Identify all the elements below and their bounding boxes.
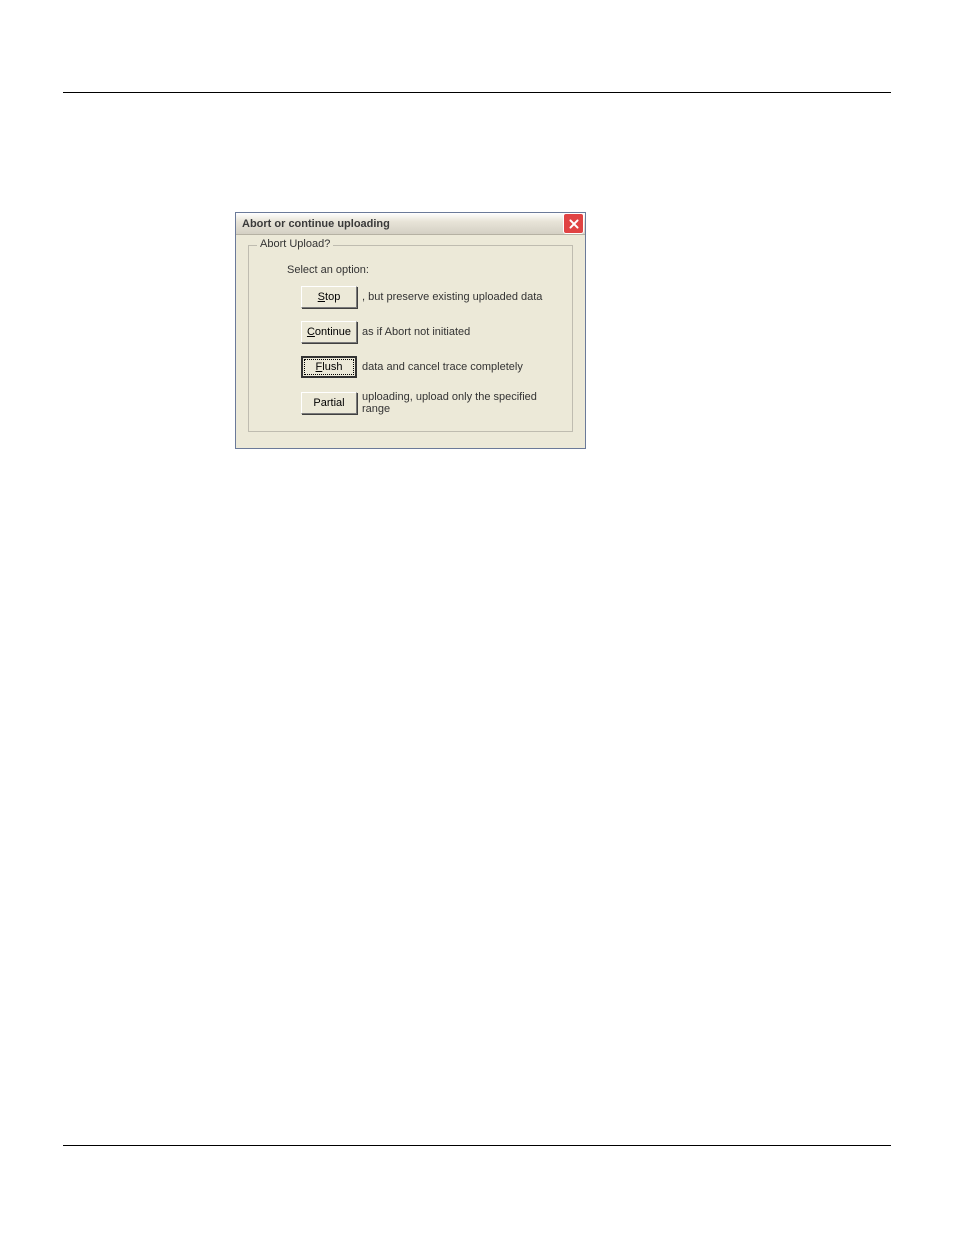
stop-desc: , but preserve existing uploaded data [362, 291, 542, 303]
continue-mnemonic: C [307, 326, 315, 338]
close-icon[interactable] [563, 213, 584, 234]
dialog-window: Abort or continue uploading Abort Upload… [235, 212, 586, 449]
option-row-continue: Continue as if Abort not initiated [301, 321, 562, 343]
option-prompt: Select an option: [287, 264, 562, 276]
partial-label-rest: Partial [313, 397, 344, 409]
flush-button[interactable]: Flush [301, 356, 357, 378]
continue-label-rest: ontinue [315, 326, 351, 338]
option-row-flush: Flush data and cancel trace completely [301, 356, 562, 378]
option-row-stop: Stop , but preserve existing uploaded da… [301, 286, 562, 308]
page-top-rule [63, 92, 891, 93]
dialog-title: Abort or continue uploading [242, 218, 390, 230]
continue-button[interactable]: Continue [301, 321, 357, 343]
dialog-frame: Abort or continue uploading Abort Upload… [235, 212, 586, 449]
titlebar: Abort or continue uploading [236, 213, 585, 235]
option-row-partial: Partial uploading, upload only the speci… [301, 391, 562, 415]
continue-desc: as if Abort not initiated [362, 326, 470, 338]
stop-button[interactable]: Stop [301, 286, 357, 308]
dialog-body: Abort Upload? Select an option: Stop , b… [236, 235, 585, 448]
page-bottom-rule [63, 1145, 891, 1146]
partial-desc: uploading, upload only the specified ran… [362, 391, 562, 415]
groupbox-legend: Abort Upload? [257, 238, 333, 250]
flush-desc: data and cancel trace completely [362, 361, 523, 373]
stop-label-rest: top [325, 291, 340, 303]
flush-label-rest: lush [322, 361, 342, 373]
stop-mnemonic: S [318, 291, 325, 303]
partial-button[interactable]: Partial [301, 392, 357, 414]
abort-upload-groupbox: Abort Upload? Select an option: Stop , b… [248, 245, 573, 432]
